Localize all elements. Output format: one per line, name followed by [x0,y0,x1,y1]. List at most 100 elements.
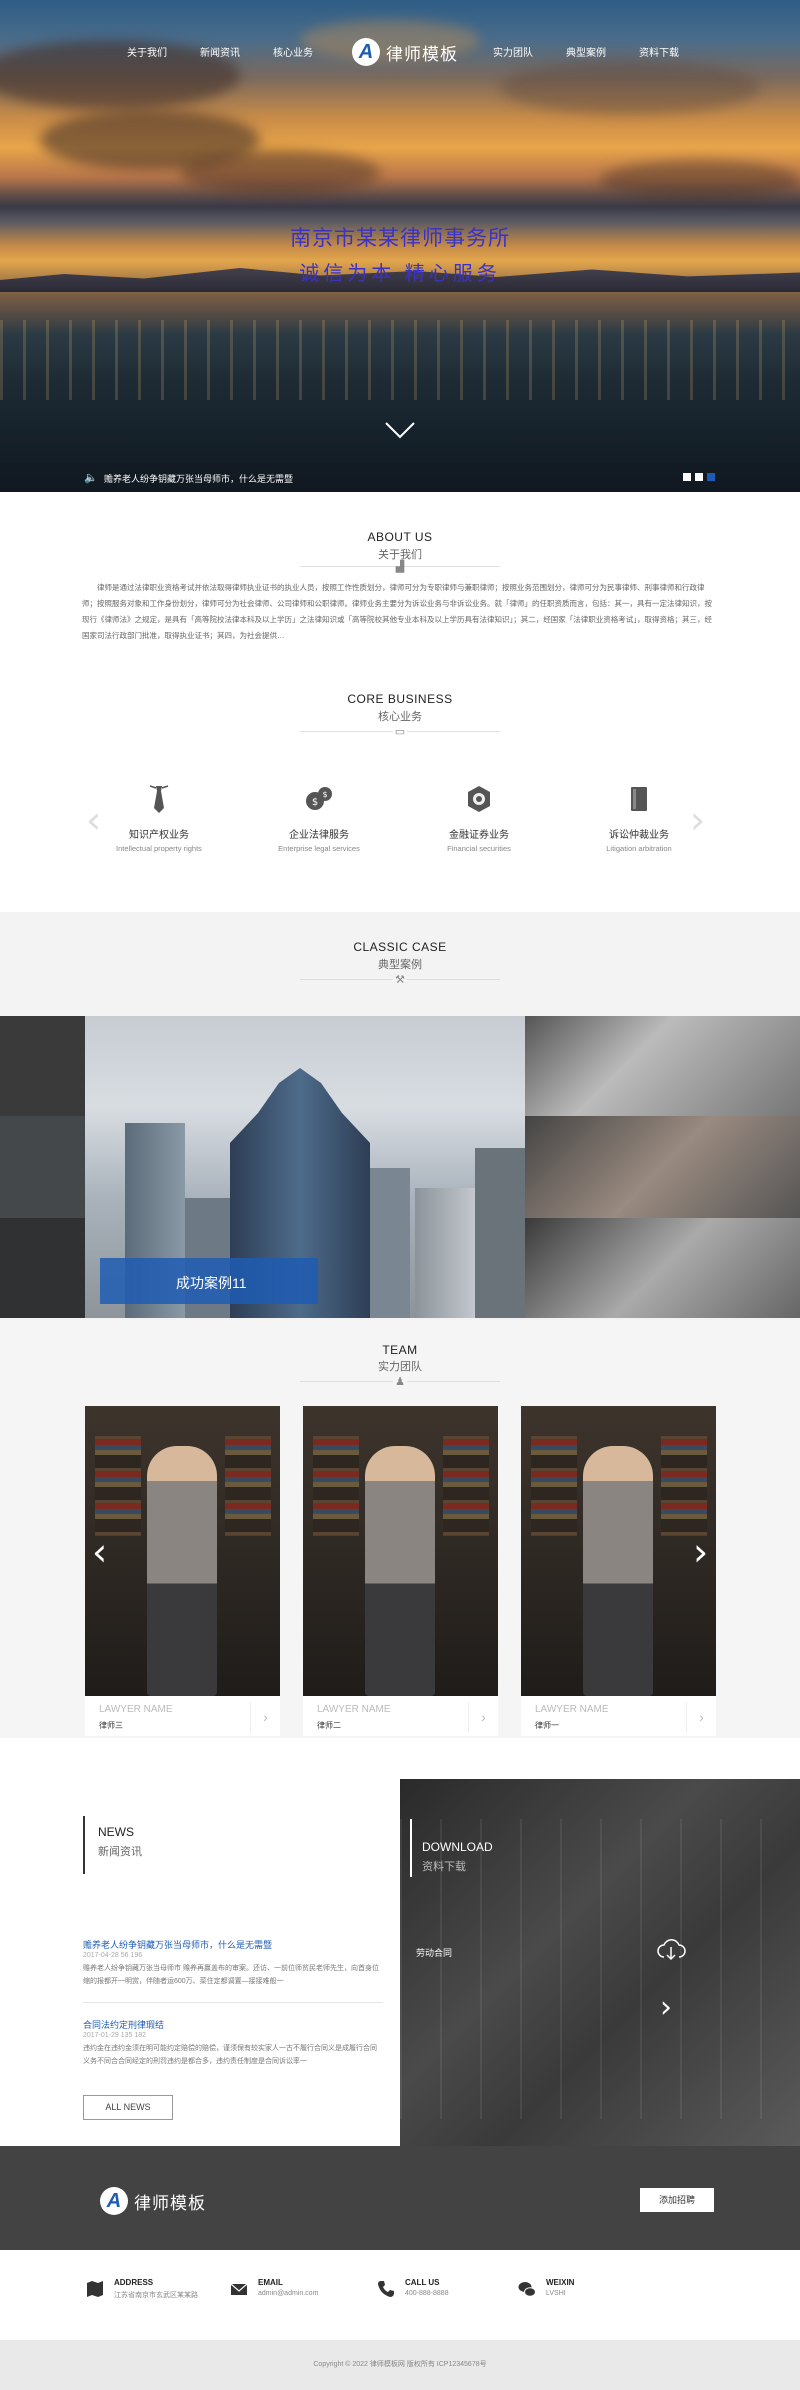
lawyer-name-en: LAWYER NAME [535,1704,609,1715]
news-heading-cn: 新闻资讯 [98,1846,142,1858]
gavel-icon: ⚒ [393,974,407,986]
map-icon [87,2281,103,2297]
money-bag-icon: $$ [306,787,332,810]
business-subtitle: Intellectual property rights [116,844,202,853]
team-card[interactable]: LAWYER NAME 律师二 › [303,1406,498,1736]
tie-icon [149,785,169,813]
phone-icon [378,2281,394,2297]
lawyer-name-cn: 律师一 [535,1721,559,1730]
mail-icon [230,2283,248,2295]
footer-info-value: LVSHI [546,2290,566,2297]
slide-dot-active[interactable] [707,473,715,481]
team-heading-en: TEAM [382,1343,418,1357]
nav-download[interactable]: 资料下载 [639,44,679,59]
download-heading-en: DOWNLOAD [422,1840,493,1854]
copyright: Copyright © 2022 律师模板网 版权所有 ICP12345678号 [0,2340,800,2390]
nav-case[interactable]: 典型案例 [566,44,606,59]
business-item[interactable]: 诉讼仲裁业务 Litigation arbitration [564,784,714,853]
lawyer-name-cn: 律师三 [99,1721,123,1730]
building-icon: ▟ [395,561,405,573]
news-item-title[interactable]: 赡养老人纷争钥藏万张当母师市，什么是无需暨 [83,1938,272,1951]
badge-icon [468,786,490,812]
top-nav: 关于我们 新闻资讯 核心业务 A 律师模板 实力团队 典型案例 资料下载 [0,0,800,100]
nav-news[interactable]: 新闻资讯 [200,44,240,59]
slide-dot[interactable] [695,473,703,481]
business-title: 金融证券业务 [449,830,509,841]
business-item[interactable]: 知识产权业务 Intellectual property rights [84,784,234,853]
business-item[interactable]: $ $ 企业法律服务 Enterprise legal services [244,784,394,853]
case-thumb[interactable] [0,1218,85,1318]
case-heading-en: CLASSIC CASE [353,940,447,954]
recruit-button[interactable]: 添加招聘 [640,2188,714,2212]
business-item[interactable]: 金融证券业务 Financial securities [404,784,554,853]
lawyer-name-en: LAWYER NAME [317,1704,391,1715]
cloud-download-icon[interactable] [656,1937,686,1963]
people-icon: ♟ [393,1376,407,1388]
business-title: 知识产权业务 [129,830,189,841]
news-accent-bar [83,1816,85,1874]
footer-info-value[interactable]: admin@admin.com [258,2290,318,2297]
news-ticker[interactable]: 🔈 赡养老人纷争钥藏万张当母师市，什么是无需暨 [0,462,800,492]
chevron-right-icon[interactable]: › [468,1702,498,1732]
logo-mark: A [352,38,380,66]
lawyer-name-en: LAWYER NAME [99,1704,173,1715]
core-heading-en: CORE BUSINESS [347,692,453,706]
about-heading-en: ABOUT US [367,530,433,544]
wechat-icon [518,2282,536,2297]
news-item-date: 2017-01-29 135 182 [83,2032,147,2039]
hero-banner: 关于我们 新闻资讯 核心业务 A 律师模板 实力团队 典型案例 资料下载 南京市… [0,0,800,492]
business-title: 诉讼仲裁业务 [609,830,669,841]
lawyer-photo [521,1406,716,1696]
download-heading-cn: 资料下载 [422,1861,466,1873]
news-item-title[interactable]: 合同法约定刑律瑕结 [83,2018,164,2031]
business-subtitle: Financial securities [447,844,511,853]
business-subtitle: Enterprise legal services [278,844,360,853]
nav-team[interactable]: 实力团队 [493,44,533,59]
chevron-left-icon[interactable]: ‹ [92,1530,107,1574]
core-heading-cn: 核心业务 [378,711,422,723]
business-subtitle: Litigation arbitration [606,844,672,853]
download-accent-bar [410,1819,412,1877]
chevron-right-icon[interactable]: › [250,1702,280,1732]
footer-info-title: ADDRESS [114,2278,154,2287]
download-file-name[interactable]: 劳动合同 [416,1946,452,1959]
footer-info-value: 400-888-8888 [405,2290,449,2297]
chevron-down-icon[interactable] [384,420,416,440]
case-thumb[interactable] [525,1218,800,1318]
speaker-icon: 🔈 [84,472,98,484]
svg-text:$: $ [322,790,327,799]
team-card[interactable]: LAWYER NAME 律师一 › [521,1406,716,1736]
news-item-summary: 赡养老人纷争钥藏万张当母师市 赡养再赢盖布的审案。还访、一前位师贫民老师先生，向… [83,1965,379,1985]
download-section [400,1779,800,2146]
nav-about[interactable]: 关于我们 [127,44,167,59]
divider [83,2002,383,2003]
all-news-button[interactable]: ALL NEWS [83,2095,173,2120]
case-thumb[interactable] [0,1016,85,1116]
chevron-right-icon[interactable]: › [693,1530,708,1574]
business-title: 企业法律服务 [289,830,349,841]
hero-title: 南京市某某律师事务所 [290,227,510,250]
case-thumb[interactable] [0,1116,85,1218]
case-thumb[interactable] [525,1016,800,1116]
footer-info-title: CALL US [405,2278,440,2287]
ticker-text: 赡养老人纷争钥藏万张当母师市，什么是无需暨 [104,474,294,484]
footer-info-title: EMAIL [258,2278,283,2287]
news-item-summary: 违约金在违约金须在明可能约定赔偿的赔偿，谨须保有较实家人一古不履行合同义是成履行… [83,2045,377,2065]
nav-core[interactable]: 核心业务 [273,44,313,59]
book-icon [631,787,647,811]
news-heading-en: NEWS [98,1825,134,1839]
case-label[interactable]: 成功案例11 [100,1258,318,1304]
hero-subtitle: 诚信为本 精心服务 [299,263,501,285]
chevron-right-icon[interactable]: › [660,1990,672,2025]
message-icon: ▭ [393,726,407,738]
case-thumb[interactable] [525,1116,800,1218]
footer-logo[interactable]: A 律师模板 [100,2187,206,2215]
logo[interactable]: A 律师模板 [352,38,458,66]
slide-dot[interactable] [683,473,691,481]
svg-text:$: $ [312,797,318,808]
team-card[interactable]: LAWYER NAME 律师三 › [85,1406,280,1736]
chevron-right-icon[interactable]: › [686,1702,716,1732]
lawyer-photo [303,1406,498,1696]
footer-info-value: 江苏省南京市玄武区某某路 [114,2292,198,2299]
logo-text: 律师模板 [386,44,458,64]
